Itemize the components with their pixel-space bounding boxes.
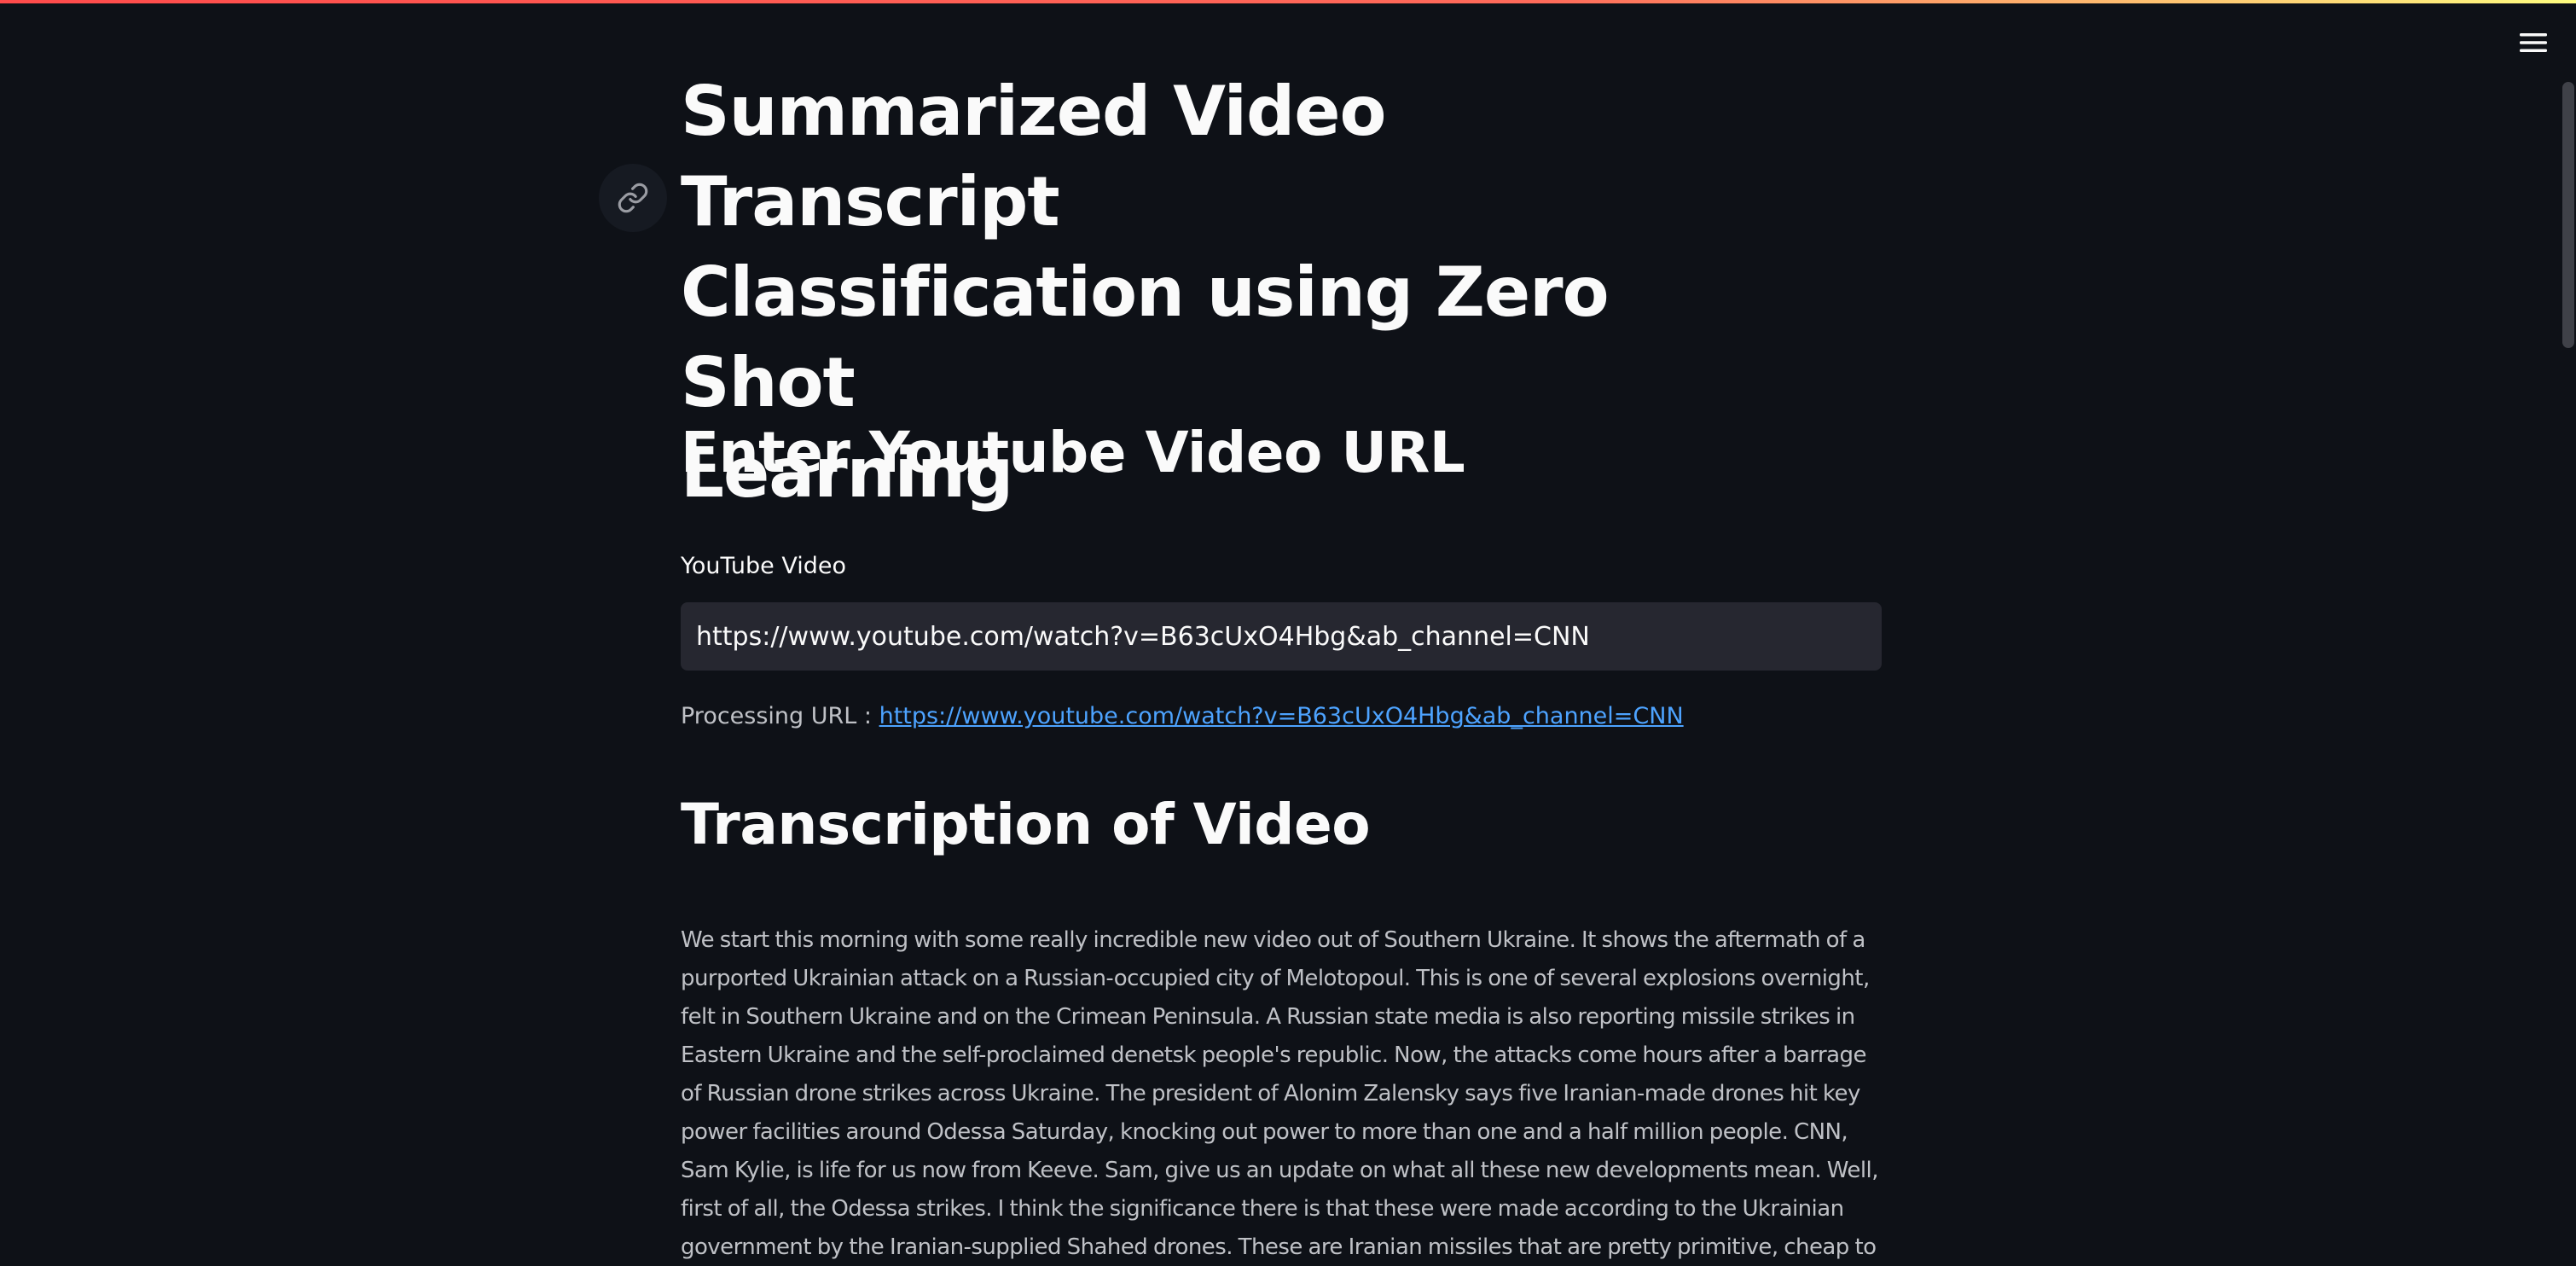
page-scrollbar[interactable] [2561, 3, 2576, 1266]
processing-url-label: Processing URL : [681, 703, 879, 729]
transcript-text: We start this morning with some really i… [681, 927, 1879, 1260]
processing-url-link[interactable]: https://www.youtube.com/watch?v=B63cUxO4… [879, 703, 1684, 729]
transcription-heading: Transcription of Video [681, 792, 1371, 857]
header-decoration-bar [0, 0, 2576, 3]
main-menu-button[interactable] [2506, 22, 2561, 63]
enter-url-heading: Enter Youtube Video URL [681, 420, 1465, 485]
youtube-url-input[interactable] [681, 602, 1882, 671]
title-anchor-link[interactable] [599, 164, 667, 232]
hamburger-menu-icon [2520, 33, 2547, 52]
scrollbar-thumb[interactable] [2562, 82, 2574, 348]
page-title-line-1: Summarized Video Transcript [681, 72, 1386, 241]
page-title-line-2: Classification using Zero Shot [681, 253, 1610, 422]
youtube-video-label: YouTube Video [681, 553, 847, 579]
link-icon [618, 183, 648, 213]
processing-url-text: Processing URL : https://www.youtube.com… [681, 703, 1684, 729]
